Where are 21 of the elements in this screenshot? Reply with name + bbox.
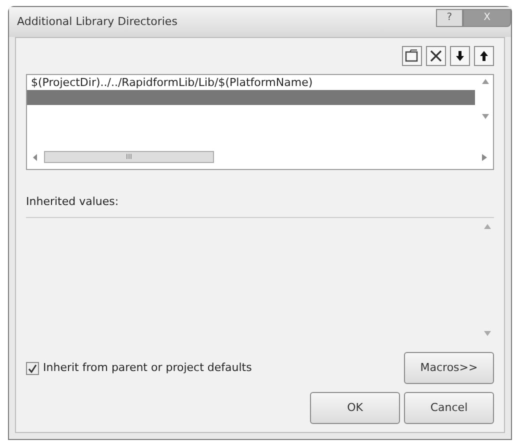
cancel-button[interactable]: Cancel bbox=[404, 392, 494, 424]
ok-button[interactable]: OK bbox=[310, 392, 400, 424]
scroll-up-icon[interactable] bbox=[482, 79, 489, 84]
new-line-button[interactable] bbox=[402, 46, 422, 66]
scroll-down-icon[interactable] bbox=[482, 114, 489, 119]
inherit-label[interactable]: Inherit from parent or project defaults bbox=[43, 360, 252, 376]
delete-icon bbox=[428, 48, 444, 64]
help-button[interactable]: ? bbox=[436, 9, 463, 27]
scroll-down-icon[interactable] bbox=[484, 331, 490, 336]
move-up-button[interactable] bbox=[474, 46, 494, 66]
scroll-left-icon[interactable] bbox=[33, 154, 38, 160]
inherited-values-label: Inherited values: bbox=[26, 194, 120, 210]
directory-entry[interactable]: $(ProjectDir)../../RapidformLib/Lib/$(PlatformName) bbox=[27, 75, 475, 90]
folder-icon bbox=[404, 48, 420, 64]
delete-button[interactable] bbox=[426, 46, 446, 66]
scroll-up-icon[interactable] bbox=[484, 224, 490, 228]
scroll-right-icon[interactable] bbox=[482, 154, 487, 160]
inherit-checkbox[interactable] bbox=[26, 362, 39, 374]
move-down-button[interactable] bbox=[450, 46, 470, 66]
window-title: Additional Library Directories bbox=[17, 14, 178, 30]
macros-button[interactable]: Macros>> bbox=[404, 352, 494, 384]
